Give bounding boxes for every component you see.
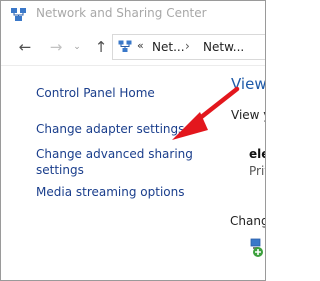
media-streaming-options-link[interactable]: Media streaming options xyxy=(36,184,184,200)
address-bar[interactable]: « Net... › Netw... xyxy=(112,34,265,60)
breadcrumb-network-internet[interactable]: Net... xyxy=(152,40,185,54)
breadcrumb-network-sharing[interactable]: Netw... xyxy=(203,40,244,54)
change-advanced-sharing-link[interactable]: Change advanced sharing xyxy=(36,146,193,162)
network-sharing-app-icon xyxy=(11,8,26,21)
breadcrumb-separator-icon[interactable]: › xyxy=(185,39,190,53)
title-bar: Network and Sharing Center xyxy=(1,1,265,29)
network-location-icon xyxy=(118,40,132,52)
page-heading: View xyxy=(231,75,266,93)
address-overflow-marker[interactable]: « xyxy=(137,39,144,52)
navigation-bar: ← → ⌄ ↑ « Net... › Netw... xyxy=(1,32,265,62)
recent-locations-chevron-icon[interactable]: ⌄ xyxy=(68,38,86,56)
control-panel-home-link[interactable]: Control Panel Home xyxy=(36,85,155,101)
up-arrow-icon[interactable]: ↑ xyxy=(92,38,110,56)
back-arrow-icon[interactable]: ← xyxy=(16,38,34,56)
network-type: Priv xyxy=(249,164,265,178)
change-settings-heading: Change xyxy=(230,214,265,228)
view-networks-text: View yo xyxy=(231,108,265,122)
change-adapter-settings-link[interactable]: Change adapter settings xyxy=(36,121,184,137)
window-title: Network and Sharing Center xyxy=(36,6,207,20)
nav-divider xyxy=(1,65,265,66)
change-advanced-sharing-link-line2[interactable]: settings xyxy=(36,162,84,178)
network-name: ele xyxy=(249,147,265,161)
forward-arrow-icon[interactable]: → xyxy=(47,38,65,56)
control-panel-window: Network and Sharing Center ← → ⌄ ↑ « Net… xyxy=(0,0,266,281)
network-setup-icon[interactable] xyxy=(248,237,266,259)
